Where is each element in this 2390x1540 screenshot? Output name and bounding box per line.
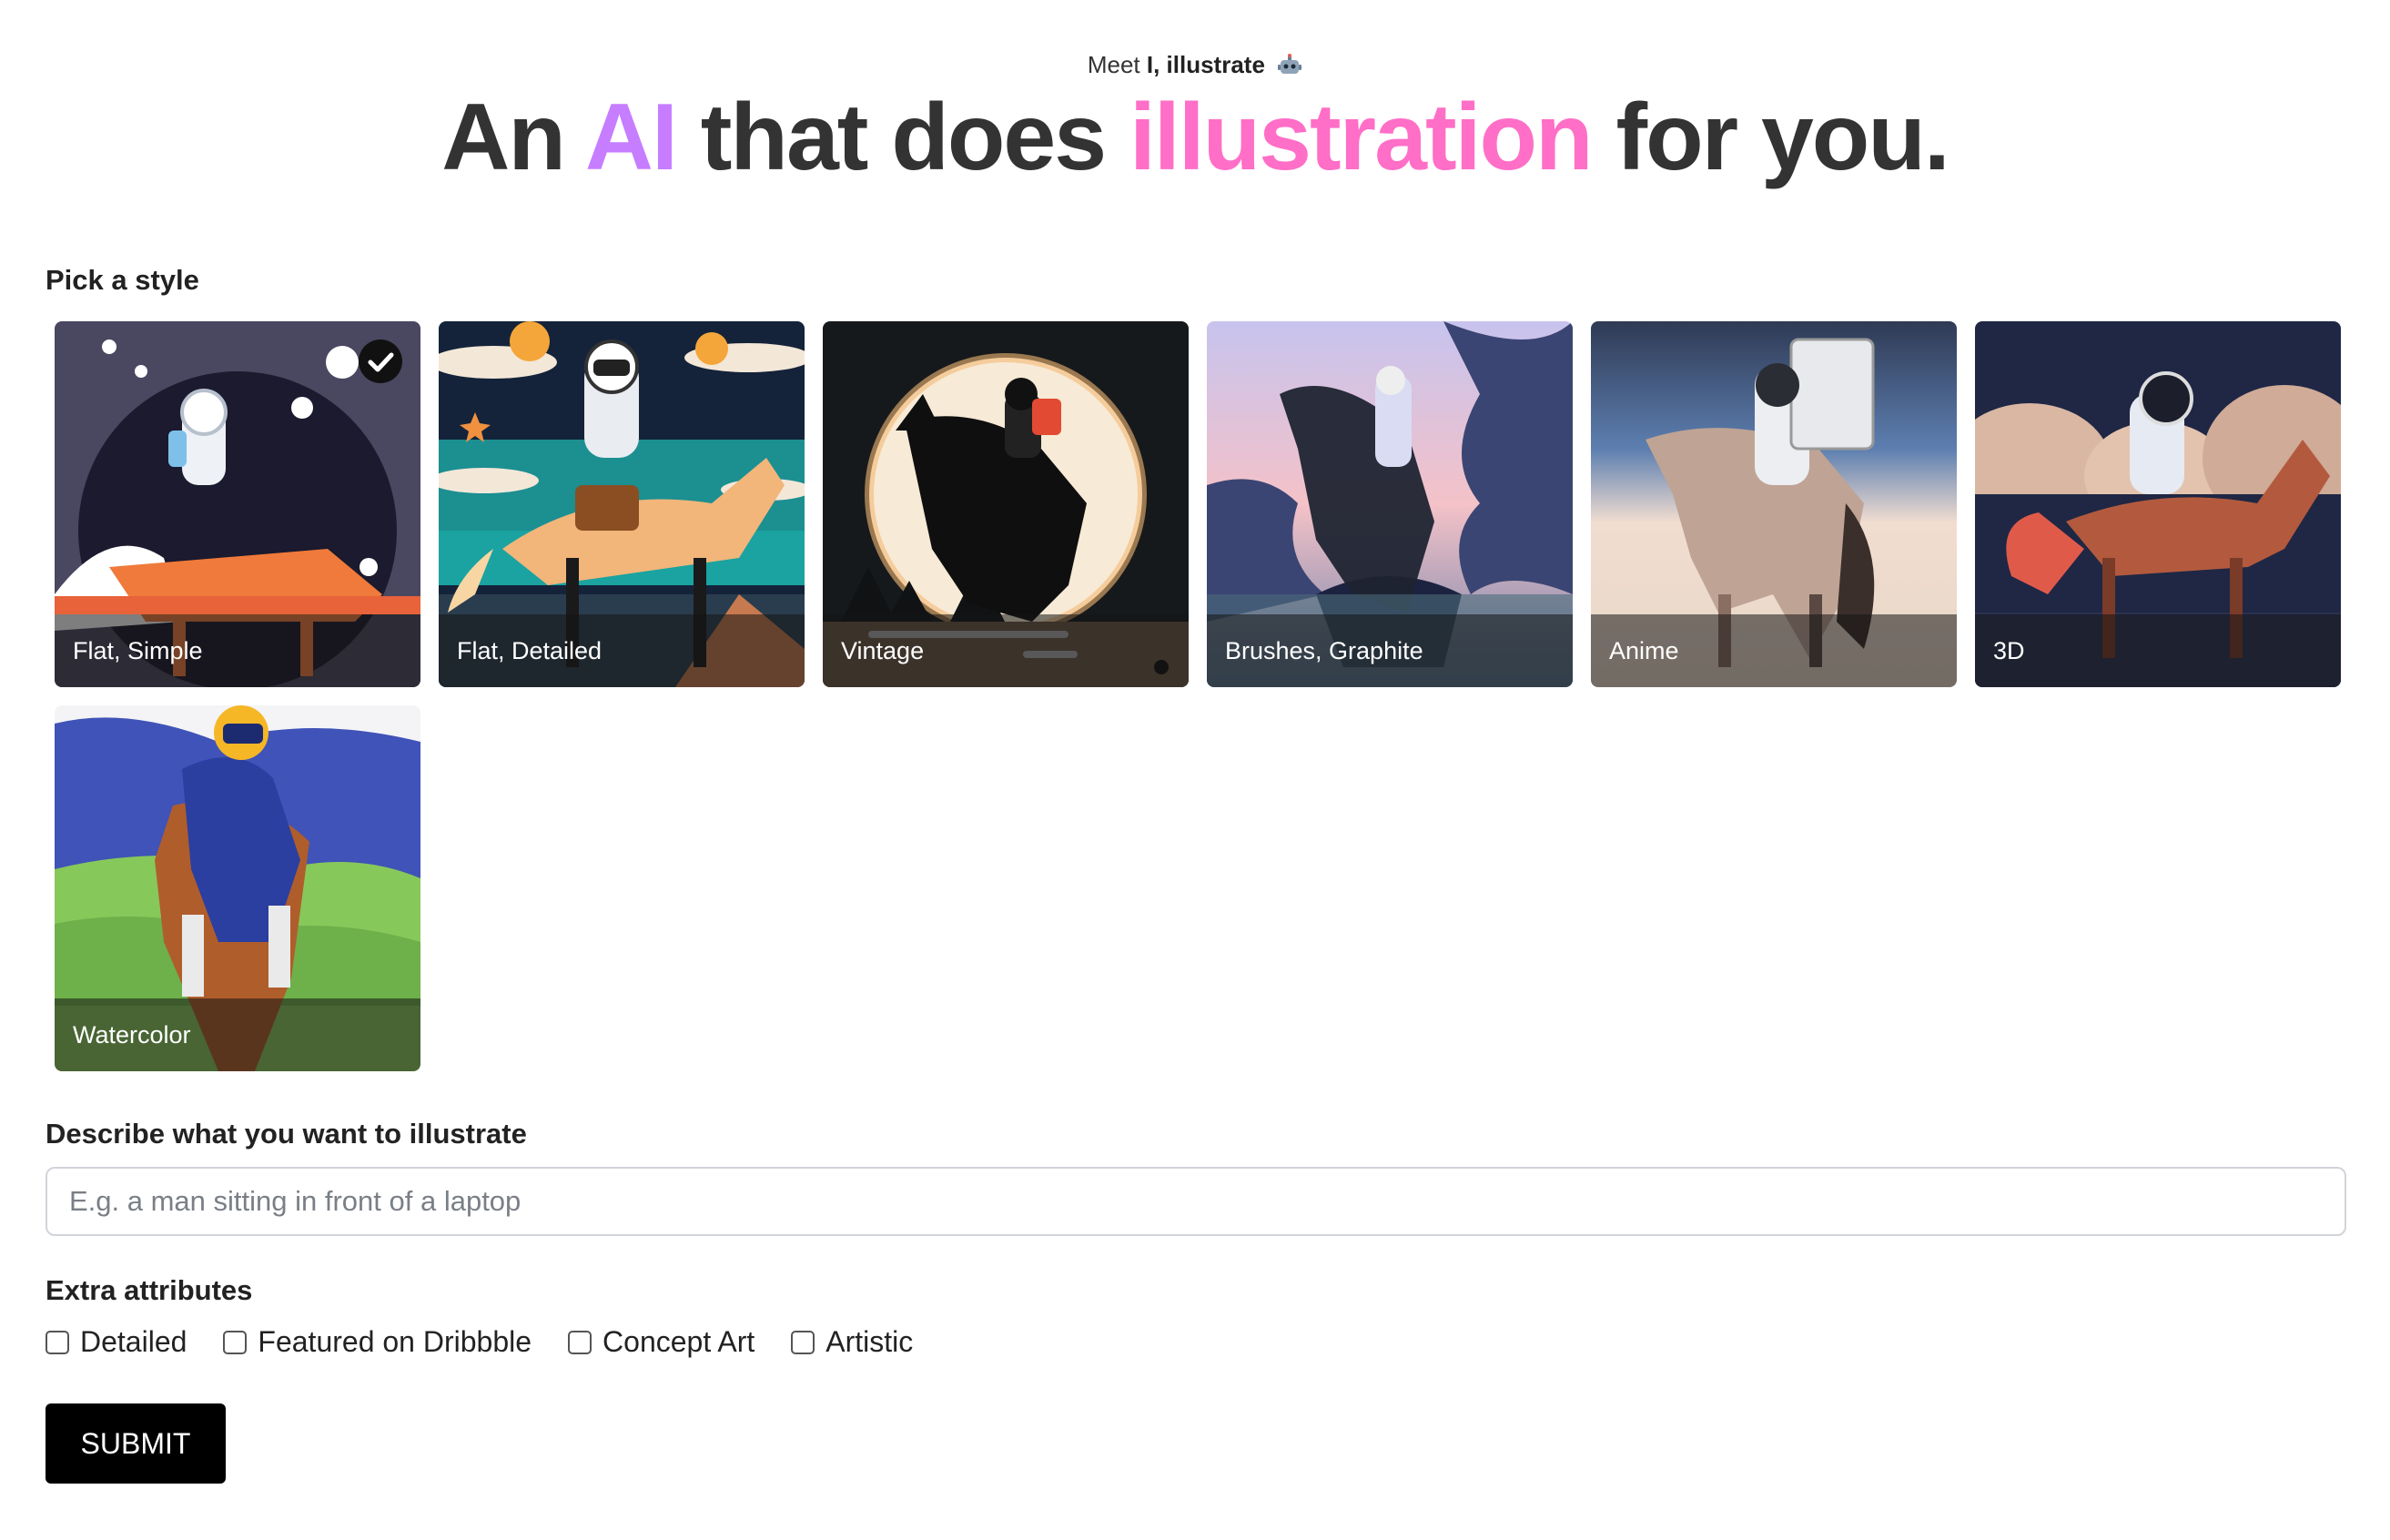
style-card-label: Vintage	[841, 637, 925, 664]
describe-label: Describe what you want to illustrate	[46, 1118, 527, 1150]
style-card-label: Flat, Detailed	[457, 637, 603, 664]
checkbox-label: Artistic	[825, 1325, 914, 1358]
eyebrow: Meet I, illustrate	[0, 51, 2390, 79]
extras-label: Extra attributes	[46, 1274, 253, 1306]
checkbox-concept-art[interactable]: Concept Art	[568, 1325, 754, 1359]
checkbox-label: Concept Art	[603, 1325, 755, 1358]
checkbox-label: Detailed	[80, 1325, 187, 1358]
checkbox-box[interactable]	[223, 1330, 248, 1354]
style-section-label: Pick a style	[46, 264, 199, 296]
style-card-flat-simple[interactable]: Flat, Simple	[55, 321, 420, 687]
style-card-anime[interactable]: Anime	[1591, 321, 1957, 687]
style-card-label: Anime	[1609, 637, 1679, 664]
style-card-label: Brushes, Graphite	[1225, 637, 1423, 664]
style-card-watercolor[interactable]: Watercolor	[55, 705, 420, 1071]
caption-overlay	[1975, 614, 2341, 687]
checkbox-box[interactable]	[568, 1330, 592, 1354]
checkmark-icon	[359, 339, 402, 383]
brand-name: I, illustrate	[1146, 51, 1265, 78]
style-card-brushes-graphite[interactable]: Brushes, Graphite	[1207, 321, 1573, 687]
checkbox-box[interactable]	[46, 1330, 69, 1354]
robot-icon	[1277, 54, 1302, 76]
page-headline: An AI that does illustration for you.	[0, 84, 2390, 192]
checkbox-artistic[interactable]: Artistic	[791, 1325, 913, 1359]
style-card-label: Flat, Simple	[73, 637, 203, 664]
style-card-label: 3D	[1993, 637, 2025, 664]
headline-part2: that does	[675, 85, 1129, 190]
style-card-vintage[interactable]: Vintage	[823, 321, 1189, 687]
eyebrow-prefix: Meet	[1087, 51, 1140, 78]
style-card-label: Watercolor	[73, 1021, 191, 1049]
style-card-flat-detailed[interactable]: Flat, Detailed	[439, 321, 805, 687]
checkbox-detailed[interactable]: Detailed	[46, 1325, 187, 1359]
checkbox-label: Featured on Dribbble	[258, 1325, 532, 1358]
checkbox-box[interactable]	[791, 1330, 815, 1354]
headline-illustration: illustration	[1129, 85, 1594, 190]
extras-checkbox-group: Detailed Featured on Dribbble Concept Ar…	[46, 1325, 949, 1359]
submit-button[interactable]: SUBMIT	[46, 1403, 226, 1484]
headline-ai: AI	[584, 85, 678, 190]
checkbox-featured-on-dribbble[interactable]: Featured on Dribbble	[223, 1325, 532, 1359]
describe-input[interactable]	[46, 1167, 2346, 1236]
headline-part1: An	[441, 85, 585, 190]
style-card-3d[interactable]: 3D	[1975, 321, 2341, 687]
headline-part3: for you.	[1591, 85, 1949, 190]
